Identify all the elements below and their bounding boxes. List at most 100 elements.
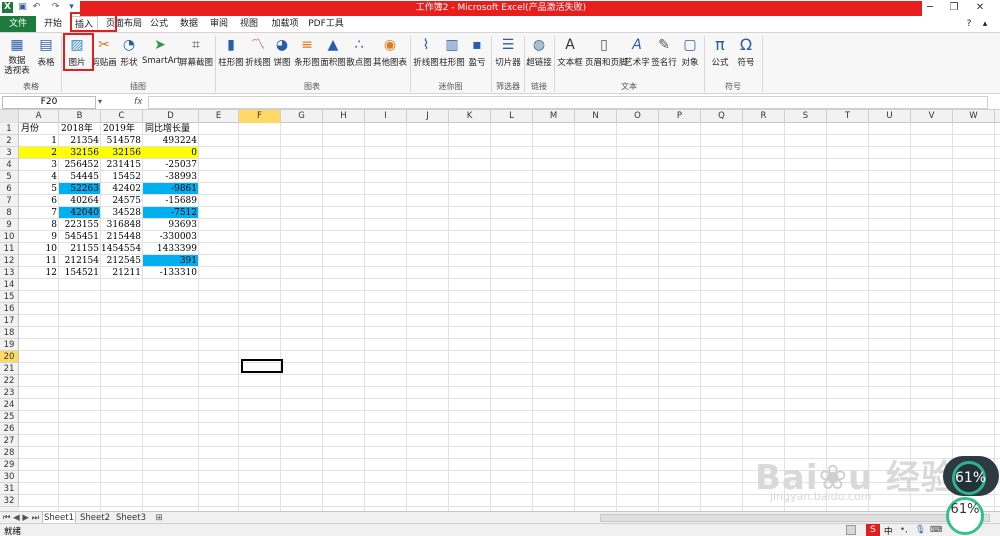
sparkline-column-button[interactable]: ▥ 柱形图 [439,36,465,82]
hyperlink-button[interactable]: ◍ 超链接 [526,36,552,82]
data-cell[interactable]: -15689 [143,195,199,207]
row-header-24[interactable]: 24 [0,399,19,411]
tab-pdf-tools[interactable]: PDF工具 [306,16,346,32]
data-cell[interactable]: 391 [143,255,199,267]
clip-art-button[interactable]: ✂ 剪贴画 [91,36,117,82]
area-chart-button[interactable]: ▲ 面积图 [320,36,346,82]
row-header-29[interactable]: 29 [0,459,19,471]
data-cell[interactable]: 1 [19,135,59,147]
row-header-28[interactable]: 28 [0,447,19,459]
save-icon[interactable]: ▣ [17,2,28,13]
undo-icon[interactable]: ↶ [31,2,42,13]
equation-button[interactable]: π 公式 [707,36,733,82]
text-box-button[interactable]: A 文本框 [556,36,584,82]
signature-line-button[interactable]: ✎ 签名行 [651,36,677,82]
performance-meter[interactable]: 61% [952,461,986,495]
data-cell[interactable]: 545451 [59,231,101,243]
tab-home[interactable]: 开始 [38,16,68,32]
data-cell[interactable]: 21354 [59,135,101,147]
column-header-t[interactable]: T [827,110,869,123]
data-cell[interactable]: 256452 [59,159,101,171]
data-cell[interactable]: -25037 [143,159,199,171]
row-header-25[interactable]: 25 [0,411,19,423]
row-header-2[interactable]: 2 [0,135,19,147]
tab-view[interactable]: 视图 [236,16,262,32]
header-cell[interactable]: 2019年 [101,123,143,135]
column-header-s[interactable]: S [785,110,827,123]
horizontal-scrollbar[interactable] [600,514,990,522]
data-cell[interactable]: 11 [19,255,59,267]
slicer-button[interactable]: ☰ 切片器 [494,36,522,82]
redo-icon[interactable]: ↷ [50,2,61,13]
data-cell[interactable]: 154521 [59,267,101,279]
data-cell[interactable]: -7512 [143,207,199,219]
data-cell[interactable]: 1433399 [143,243,199,255]
row-header-7[interactable]: 7 [0,195,19,207]
data-cell[interactable]: 0 [143,147,199,159]
data-cell[interactable]: 34528 [101,207,143,219]
smartart-button[interactable]: ➤ SmartArt [142,36,180,82]
symbol-button[interactable]: Ω 符号 [734,36,758,82]
data-cell[interactable]: 493224 [143,135,199,147]
data-cell[interactable]: 10 [19,243,59,255]
select-all-corner[interactable] [0,110,19,123]
row-header-19[interactable]: 19 [0,339,19,351]
row-header-22[interactable]: 22 [0,375,19,387]
data-cell[interactable]: 40264 [59,195,101,207]
tab-data[interactable]: 数据 [176,16,202,32]
row-header-32[interactable]: 32 [0,495,19,507]
ime-punctuation-icon[interactable]: •, [900,525,908,535]
data-cell[interactable]: 24575 [101,195,143,207]
data-cell[interactable]: -330003 [143,231,199,243]
row-header-15[interactable]: 15 [0,291,19,303]
column-header-a[interactable]: A [19,110,59,123]
table-button[interactable]: ▤ 表格 [34,36,58,82]
row-header-11[interactable]: 11 [0,243,19,255]
data-cell[interactable]: 212545 [101,255,143,267]
column-header-n[interactable]: N [575,110,617,123]
data-cell[interactable]: 2 [19,147,59,159]
column-header-l[interactable]: L [491,110,533,123]
keyboard-icon[interactable]: ⌨ [930,525,942,535]
close-button[interactable]: ✕ [970,1,990,15]
column-header-g[interactable]: G [281,110,323,123]
data-cell[interactable]: 15452 [101,171,143,183]
pie-chart-button[interactable]: ◕ 饼图 [271,36,293,82]
wordart-button[interactable]: A 艺术字 [624,36,650,82]
row-header-4[interactable]: 4 [0,159,19,171]
tab-file[interactable]: 文件 [0,16,36,32]
row-header-21[interactable]: 21 [0,363,19,375]
data-cell[interactable]: 32156 [101,147,143,159]
column-header-j[interactable]: J [407,110,449,123]
data-cell[interactable]: 3 [19,159,59,171]
data-cell[interactable]: 5 [19,183,59,195]
sparkline-winloss-button[interactable]: ▪ 盈亏 [466,36,488,82]
row-header-18[interactable]: 18 [0,327,19,339]
data-cell[interactable]: 93693 [143,219,199,231]
column-header-w[interactable]: W [953,110,995,123]
data-cell[interactable]: 212154 [59,255,101,267]
data-cell[interactable]: 12 [19,267,59,279]
microphone-icon[interactable]: 🎙 [915,525,926,535]
header-cell[interactable]: 月份 [19,123,59,135]
line-chart-button[interactable]: 〽折线图 [245,36,271,82]
row-header-9[interactable]: 9 [0,219,19,231]
row-header-8[interactable]: 8 [0,207,19,219]
data-cell[interactable]: 42040 [59,207,101,219]
header-cell[interactable]: 2018年 [59,123,101,135]
column-header-r[interactable]: R [743,110,785,123]
row-header-17[interactable]: 17 [0,315,19,327]
data-cell[interactable]: 215448 [101,231,143,243]
row-header-3[interactable]: 3 [0,147,19,159]
minimize-button[interactable]: ─ [920,1,940,15]
row-header-26[interactable]: 26 [0,423,19,435]
object-button[interactable]: ▢ 对象 [678,36,702,82]
data-cell[interactable]: 21155 [59,243,101,255]
data-cell[interactable]: 32156 [59,147,101,159]
row-header-31[interactable]: 31 [0,483,19,495]
row-header-23[interactable]: 23 [0,387,19,399]
data-cell[interactable]: 6 [19,195,59,207]
data-cell[interactable]: 21211 [101,267,143,279]
row-header-14[interactable]: 14 [0,279,19,291]
formula-input[interactable] [148,96,988,109]
